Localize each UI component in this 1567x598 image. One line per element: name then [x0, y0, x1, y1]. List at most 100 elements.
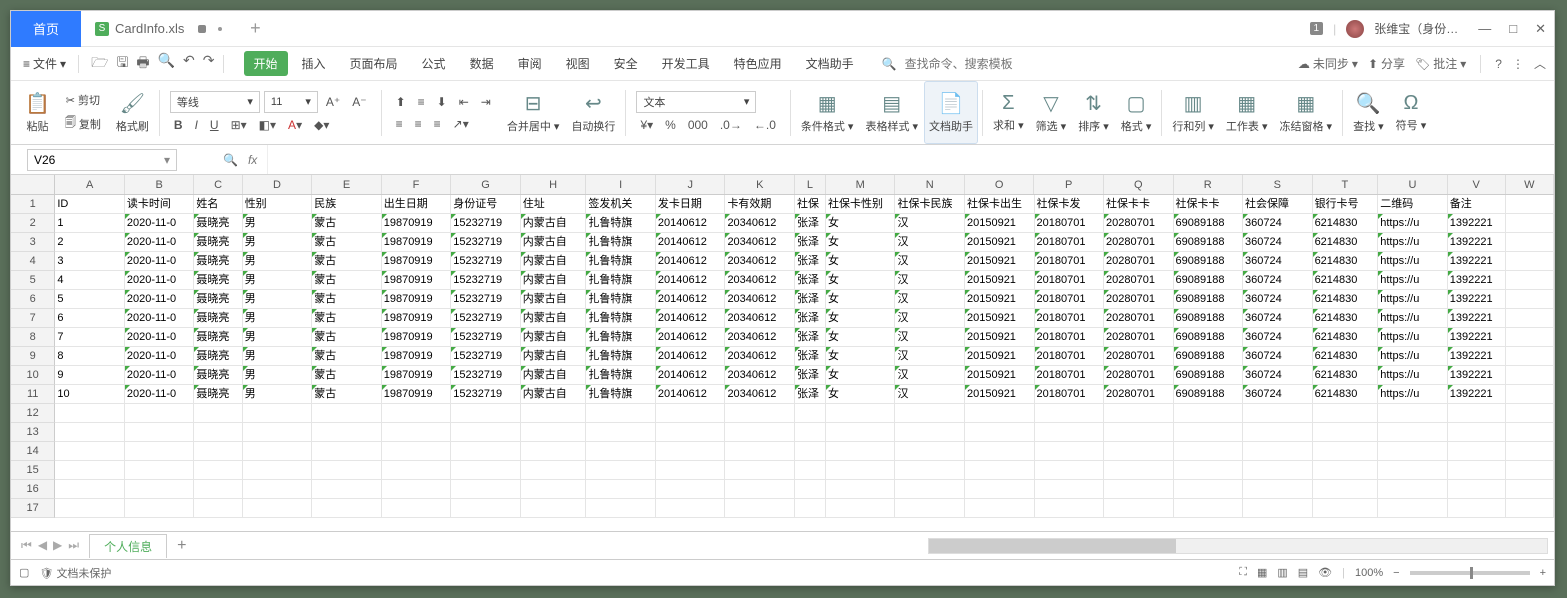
cell[interactable]: 社保卡性别 [826, 195, 896, 214]
cell[interactable] [1506, 423, 1554, 442]
cell[interactable]: 20140612 [656, 347, 726, 366]
col-header-G[interactable]: G [451, 175, 521, 194]
cell[interactable]: 蒙古 [312, 233, 382, 252]
cell[interactable] [965, 499, 1035, 518]
cell[interactable]: 住址 [521, 195, 587, 214]
cell[interactable]: 69089188 [1174, 233, 1244, 252]
minimize-button[interactable]: — [1478, 21, 1491, 37]
cell[interactable]: 蒙古 [312, 366, 382, 385]
protect-status[interactable]: 🛡 文档未保护 [39, 565, 111, 581]
cell[interactable] [586, 442, 656, 461]
cell[interactable]: 7 [55, 328, 125, 347]
symbol-button[interactable]: Ω符号 ▾ [1396, 92, 1427, 133]
cell[interactable] [125, 461, 195, 480]
cell[interactable] [382, 404, 452, 423]
cell[interactable]: 男 [243, 233, 313, 252]
sheet-last-icon[interactable]: ⏭ [68, 538, 79, 553]
cell[interactable]: 20180701 [1035, 347, 1105, 366]
cell[interactable]: 20180701 [1035, 252, 1105, 271]
select-all-corner[interactable] [11, 175, 55, 194]
cell[interactable]: 扎鲁特旗 [586, 271, 656, 290]
cell[interactable]: 4 [55, 271, 125, 290]
cell[interactable]: 社保卡出生 [965, 195, 1035, 214]
cell[interactable]: 蒙古 [312, 252, 382, 271]
formula-input[interactable] [267, 145, 1554, 174]
underline-button[interactable]: U [206, 115, 223, 135]
align-center-icon[interactable]: ≡ [411, 114, 426, 134]
cell[interactable]: 发卡日期 [656, 195, 726, 214]
cell[interactable]: 6214830 [1313, 290, 1379, 309]
cell[interactable] [312, 442, 382, 461]
cell[interactable]: 5 [55, 290, 125, 309]
col-header-O[interactable]: O [965, 175, 1035, 194]
cell[interactable] [586, 499, 656, 518]
cell[interactable]: 1392221 [1448, 366, 1506, 385]
cell[interactable] [1506, 442, 1554, 461]
cell[interactable] [1378, 480, 1448, 499]
cell[interactable]: 聂晓亮 [194, 233, 242, 252]
cell[interactable]: 女 [826, 290, 896, 309]
cell[interactable]: 2020-11-0 [125, 233, 195, 252]
cell[interactable]: 20340612 [725, 366, 795, 385]
orientation-icon[interactable]: ↗▾ [449, 114, 473, 134]
cell[interactable]: 女 [826, 252, 896, 271]
cell[interactable]: https://u [1378, 347, 1448, 366]
home-tab[interactable]: 首页 [11, 11, 81, 47]
cell[interactable] [1243, 442, 1313, 461]
cell[interactable]: 女 [826, 328, 896, 347]
cell[interactable]: 扎鲁特旗 [586, 309, 656, 328]
qat-print-icon[interactable]: 🖶 [136, 52, 149, 76]
cell[interactable]: 20180701 [1035, 290, 1105, 309]
table-style-button[interactable]: ▤表格样式 ▾ [865, 91, 918, 134]
cell[interactable]: 内蒙古自 [521, 233, 587, 252]
border-button[interactable]: ⊞▾ [227, 115, 251, 135]
cell[interactable]: 男 [243, 252, 313, 271]
cell[interactable]: 15232719 [451, 347, 521, 366]
cell[interactable]: 内蒙古自 [521, 290, 587, 309]
cell[interactable]: 女 [826, 271, 896, 290]
cell[interactable] [1313, 442, 1379, 461]
row-header[interactable]: 7 [11, 309, 55, 328]
cell[interactable] [451, 404, 521, 423]
expand-fx-icon[interactable]: 🔍 [223, 153, 238, 167]
cell[interactable] [194, 423, 242, 442]
cell[interactable]: 20180701 [1035, 233, 1105, 252]
cell[interactable]: 性别 [243, 195, 313, 214]
filter-button[interactable]: ▽筛选 ▾ [1036, 91, 1067, 134]
cell[interactable] [243, 499, 313, 518]
cell[interactable] [1378, 423, 1448, 442]
cell[interactable] [1506, 347, 1554, 366]
cell[interactable]: 69089188 [1174, 290, 1244, 309]
cell[interactable]: 女 [826, 347, 896, 366]
cell[interactable] [1243, 480, 1313, 499]
col-header-W[interactable]: W [1506, 175, 1554, 194]
col-header-P[interactable]: P [1034, 175, 1104, 194]
cell[interactable]: 6 [55, 309, 125, 328]
cell[interactable]: 19870919 [382, 385, 452, 404]
cell[interactable]: 20140612 [656, 309, 726, 328]
qat-redo-icon[interactable]: ↷ [203, 52, 215, 76]
cell[interactable] [826, 423, 896, 442]
cell[interactable] [1506, 309, 1554, 328]
row-header[interactable]: 13 [11, 423, 55, 442]
comment-button[interactable]: 🏷 批注 ▾ [1415, 55, 1466, 72]
cell[interactable] [312, 423, 382, 442]
cell[interactable] [451, 461, 521, 480]
cell[interactable] [312, 499, 382, 518]
cell[interactable]: 聂晓亮 [194, 252, 242, 271]
cell[interactable]: 2020-11-0 [125, 347, 195, 366]
cell[interactable] [656, 461, 726, 480]
find-button[interactable]: 🔍查找 ▾ [1353, 91, 1384, 134]
col-header-H[interactable]: H [521, 175, 587, 194]
row-header[interactable]: 9 [11, 347, 55, 366]
cell[interactable] [382, 480, 452, 499]
cell[interactable] [1243, 461, 1313, 480]
cell[interactable] [1313, 423, 1379, 442]
cell[interactable]: 女 [826, 309, 896, 328]
cell[interactable] [965, 480, 1035, 499]
cell[interactable]: 6214830 [1313, 309, 1379, 328]
cell[interactable] [1506, 233, 1554, 252]
cell[interactable]: 15232719 [451, 385, 521, 404]
cell[interactable] [312, 461, 382, 480]
cell[interactable]: 20340612 [725, 233, 795, 252]
